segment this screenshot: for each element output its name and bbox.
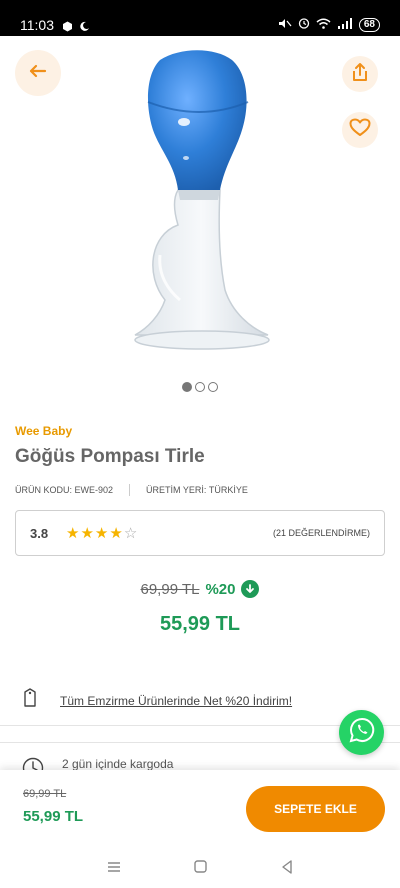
rating-box[interactable]: 3.8 ★ ★ ★ ★ ☆ (21 DEĞERLENDİRME) <box>15 510 385 556</box>
price-block: 69,99 TL %20 55,99 TL <box>0 580 400 636</box>
moon-icon <box>79 19 90 37</box>
back-button[interactable] <box>15 50 61 96</box>
carousel-dot[interactable] <box>195 382 205 392</box>
tag-icon <box>22 688 38 713</box>
product-meta: ÜRÜN KODU: EWE-902 ÜRETİM YERİ: TÜRKİYE <box>15 484 248 496</box>
product-origin-label: ÜRETİM YERİ: <box>146 485 207 495</box>
old-price: 69,99 TL <box>140 580 200 598</box>
rating-stars: ★ ★ ★ ★ ☆ <box>66 526 137 541</box>
signal-icon <box>337 17 353 32</box>
whatsapp-icon <box>349 717 375 748</box>
current-price: 55,99 TL <box>159 612 241 635</box>
product-image[interactable] <box>120 50 290 360</box>
star-empty-icon: ☆ <box>123 524 138 542</box>
status-bar: 11:03 68 <box>0 0 400 36</box>
review-count: (21 DEĞERLENDİRME) <box>272 528 370 538</box>
status-time: 11:03 <box>20 17 54 33</box>
home-icon[interactable] <box>194 860 208 878</box>
carousel-dot[interactable] <box>182 382 192 392</box>
alarm-icon <box>298 17 310 32</box>
menu-icon[interactable] <box>107 860 121 878</box>
product-brand[interactable]: Wee Baby <box>15 424 72 438</box>
box-icon <box>62 19 73 37</box>
promo-link[interactable]: Tüm Emzirme Ürünlerinde Net %20 İndirim! <box>60 694 292 708</box>
back-nav-icon[interactable] <box>281 859 293 879</box>
share-button[interactable] <box>342 56 378 92</box>
image-carousel-dots <box>0 382 400 392</box>
system-nav-bar <box>0 850 400 888</box>
star-full-icon: ★ <box>94 524 109 542</box>
rating-score: 3.8 <box>30 525 49 541</box>
discount-percent: %20 <box>205 580 236 598</box>
star-full-icon: ★ <box>80 524 94 542</box>
bottom-current-price: 55,99 TL <box>23 808 84 825</box>
delivery-text: 2 gün içinde kargoda <box>62 757 174 771</box>
product-origin-value: TÜRKİYE <box>208 485 248 495</box>
star-full-icon: ★ <box>66 524 80 542</box>
product-code-label: ÜRÜN KODU: <box>15 485 73 495</box>
star-full-icon: ★ <box>109 524 123 542</box>
wifi-icon <box>316 18 331 32</box>
bottom-old-price: 69,99 TL <box>23 788 67 800</box>
heart-icon <box>349 118 371 142</box>
favorite-button[interactable] <box>342 112 378 148</box>
discount-arrow-icon <box>241 580 260 598</box>
product-code-value: EWE-902 <box>74 485 114 495</box>
battery-indicator: 68 <box>358 17 380 32</box>
carousel-dot[interactable] <box>208 382 218 392</box>
share-icon <box>351 62 369 87</box>
mute-icon <box>278 18 292 32</box>
meta-divider <box>129 484 131 496</box>
bottom-cart-bar: 69,99 TL 55,99 TL SEPETE EKLE <box>0 770 400 850</box>
product-title: Göğüs Pompası Tirle <box>15 446 205 467</box>
arrow-left-icon <box>29 64 47 83</box>
add-to-cart-button[interactable]: SEPETE EKLE <box>246 786 385 832</box>
whatsapp-button[interactable] <box>339 710 384 755</box>
promo-row[interactable]: Tüm Emzirme Ürünlerinde Net %20 İndirim! <box>0 676 400 726</box>
